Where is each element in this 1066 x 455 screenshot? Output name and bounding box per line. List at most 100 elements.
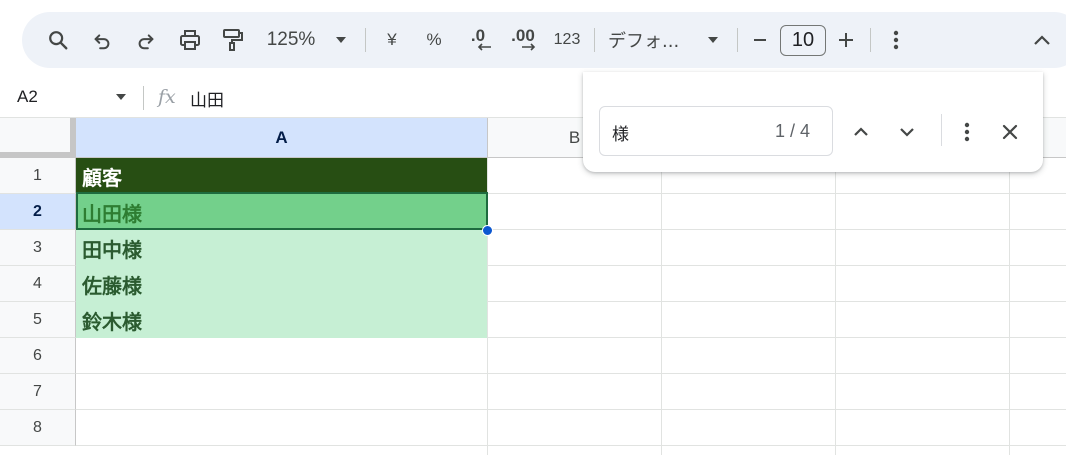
cell-text: 田中様 [82, 237, 142, 262]
cell-a2[interactable]: 山田様 [76, 194, 487, 230]
cell-text: 顧客 [82, 165, 122, 190]
arrow-left-icon [477, 43, 491, 51]
row-header-4[interactable]: 4 [0, 266, 76, 302]
find-match-count: 1 / 4 [774, 121, 810, 141]
find-panel: 様 1 / 4 [583, 72, 1043, 172]
font-select[interactable]: デフォ... [608, 24, 692, 56]
find-input[interactable]: 様 1 / 4 [599, 106, 833, 156]
toolbar: 125% ¥ % .0 .00 123 デフォ... 10 [22, 12, 1066, 68]
increase-font-size-button[interactable] [834, 24, 858, 56]
increase-decimal-button[interactable]: .00 [506, 24, 540, 56]
close-icon [1002, 124, 1018, 140]
percent-format-button[interactable]: % [420, 24, 448, 56]
row-label: 2 [33, 202, 42, 220]
zoom-dropdown[interactable] [330, 24, 352, 56]
number-format-label: 123 [553, 31, 581, 48]
find-panel-separator [941, 114, 942, 146]
row-header-1[interactable]: 1 [0, 158, 76, 194]
search-icon [49, 31, 68, 50]
undo-icon [94, 34, 110, 50]
more-vert-icon [893, 30, 899, 50]
close-find-button[interactable] [996, 118, 1024, 146]
row-label: 1 [33, 166, 42, 184]
cell-a3[interactable]: 田中様 [76, 230, 487, 266]
row-label: 6 [33, 346, 42, 364]
plus-icon [839, 33, 853, 47]
fill-handle[interactable] [482, 225, 493, 236]
column-label: B [568, 127, 581, 147]
paint-format-icon [223, 29, 243, 51]
cell-a5[interactable]: 鈴木様 [76, 302, 487, 338]
column-label: A [275, 127, 288, 147]
font-size-value: 10 [791, 29, 815, 51]
gridline [76, 409, 1066, 410]
row-label: 4 [33, 274, 42, 292]
font-name: デフォ... [608, 31, 680, 52]
toolbar-separator [365, 28, 366, 52]
name-box[interactable]: A2 [17, 87, 38, 107]
cell-text: 山田様 [82, 201, 142, 226]
row-header-6[interactable]: 6 [0, 338, 76, 374]
caret-down-icon [708, 37, 718, 43]
row-label: 3 [33, 238, 42, 256]
row-header-2[interactable]: 2 [0, 194, 76, 230]
search-menus-button[interactable] [42, 24, 74, 56]
row-label: 5 [33, 310, 42, 328]
row-label: 8 [33, 418, 42, 436]
zoom-value: 125% [266, 29, 316, 50]
print-button[interactable] [174, 24, 206, 56]
gridline [76, 373, 1066, 374]
redo-button[interactable] [132, 24, 160, 56]
cell-a4[interactable]: 佐藤様 [76, 266, 487, 302]
print-icon [180, 30, 200, 50]
more-options-button[interactable] [884, 24, 908, 56]
chevron-up-icon [854, 127, 868, 136]
more-vert-icon [964, 122, 970, 142]
cell-text: 鈴木様 [82, 309, 142, 334]
row-header-3[interactable]: 3 [0, 230, 76, 266]
decrease-font-size-button[interactable] [748, 24, 772, 56]
gridline [661, 158, 662, 455]
formula-bar-separator [143, 86, 144, 110]
row-header-8[interactable]: 8 [0, 410, 76, 446]
arrow-right-icon [522, 43, 536, 51]
decrease-decimal-label: .0 [470, 26, 486, 45]
minus-icon [754, 39, 766, 41]
currency-format-button[interactable]: ¥ [378, 24, 406, 56]
row-header-7[interactable]: 7 [0, 374, 76, 410]
find-options-button[interactable] [953, 118, 981, 146]
gridline [487, 158, 488, 455]
chevron-down-icon [900, 128, 914, 137]
cell-text: 佐藤様 [82, 273, 142, 298]
caret-down-icon[interactable] [114, 92, 128, 102]
formula-input[interactable]: 山田 [190, 86, 224, 111]
font-dropdown[interactable] [702, 24, 724, 56]
toolbar-separator [737, 28, 738, 52]
zoom-select[interactable]: 125% [260, 24, 322, 56]
caret-down-icon [336, 37, 346, 43]
previous-match-button[interactable] [847, 118, 875, 146]
undo-button[interactable] [88, 24, 116, 56]
redo-icon [138, 34, 154, 50]
toolbar-separator [870, 28, 871, 52]
increase-decimal-label: .00 [511, 26, 535, 45]
font-size-input[interactable]: 10 [780, 25, 826, 56]
paint-format-button[interactable] [218, 24, 248, 56]
cell-a1[interactable]: 顧客 [76, 158, 487, 194]
select-all-corner[interactable] [0, 118, 76, 158]
next-match-button[interactable] [893, 118, 921, 146]
gridline [1009, 158, 1010, 455]
toolbar-separator [594, 28, 595, 52]
gridline [76, 445, 1066, 446]
currency-label: ¥ [387, 30, 397, 49]
gridline [835, 158, 836, 455]
collapse-toolbar-button[interactable] [1028, 24, 1056, 56]
decrease-decimal-button[interactable]: .0 [462, 24, 494, 56]
column-header-a[interactable]: A [76, 118, 488, 158]
fx-icon: fx [158, 86, 176, 108]
more-formats-button[interactable]: 123 [550, 24, 584, 56]
chevron-up-icon [1034, 35, 1050, 45]
row-header-5[interactable]: 5 [0, 302, 76, 338]
find-query: 様 [612, 125, 629, 145]
percent-label: % [426, 30, 442, 49]
